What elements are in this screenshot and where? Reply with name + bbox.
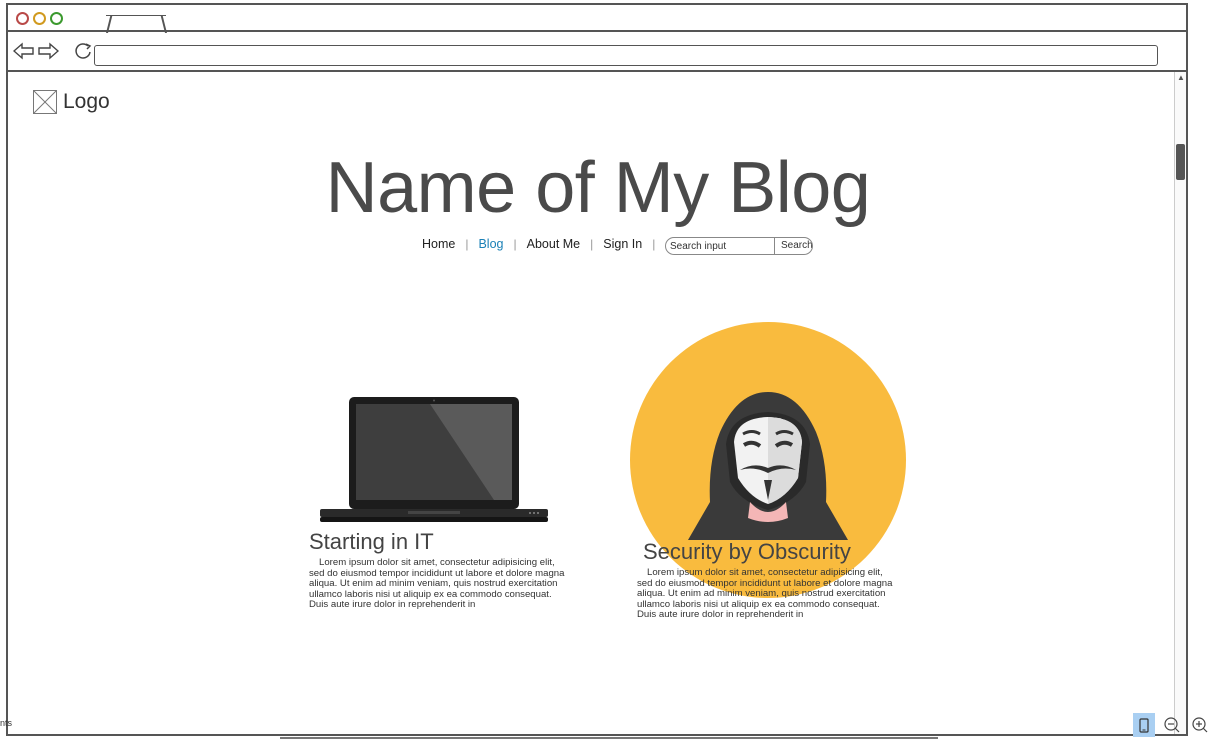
nav-separator: | xyxy=(513,237,517,251)
search-input[interactable] xyxy=(666,238,774,254)
mobile-view-icon[interactable] xyxy=(1133,713,1155,737)
site-logo[interactable]: Logo xyxy=(33,90,110,114)
back-arrow-icon[interactable] xyxy=(13,42,35,60)
main-nav: Home | Blog | About Me | Sign In | xyxy=(422,237,665,251)
nav-item-about-me[interactable]: About Me xyxy=(527,237,581,251)
zoom-in-icon[interactable] xyxy=(1189,713,1210,737)
blog-title: Name of My Blog xyxy=(325,148,871,228)
address-bar[interactable] xyxy=(94,45,1158,66)
reload-icon[interactable] xyxy=(73,42,93,60)
logo-label: Logo xyxy=(63,90,110,113)
search-box: Search xyxy=(665,237,813,255)
browser-toolbar xyxy=(8,32,1186,72)
minimize-window-icon[interactable] xyxy=(33,12,46,25)
close-window-icon[interactable] xyxy=(16,12,29,25)
post-title[interactable]: Starting in IT xyxy=(309,529,434,555)
image-placeholder-icon xyxy=(33,90,57,114)
post-excerpt: Lorem ipsum dolor sit amet, consectetur … xyxy=(637,567,893,621)
nav-separator: | xyxy=(590,237,594,251)
nav-item-home[interactable]: Home xyxy=(422,237,455,251)
horizontal-scrollbar[interactable] xyxy=(280,737,938,739)
browser-titlebar xyxy=(8,5,1186,32)
nav-separator: | xyxy=(652,237,656,251)
maximize-window-icon[interactable] xyxy=(50,12,63,25)
browser-tab[interactable] xyxy=(106,15,166,32)
post-excerpt: Lorem ipsum dolor sit amet, consectetur … xyxy=(309,557,565,611)
post-title[interactable]: Security by Obscurity xyxy=(643,539,851,565)
laptop-icon xyxy=(320,397,548,522)
zoom-out-icon[interactable] xyxy=(1161,713,1183,737)
scroll-up-icon[interactable]: ▲ xyxy=(1177,74,1185,82)
forward-arrow-icon[interactable] xyxy=(37,42,59,60)
zoom-controls xyxy=(1133,713,1210,737)
status-bar-text: nts xyxy=(0,718,13,728)
nav-item-blog[interactable]: Blog xyxy=(478,237,503,251)
browser-window: ▲ xyxy=(6,3,1188,736)
nav-item-sign-in[interactable]: Sign In xyxy=(603,237,642,251)
search-button[interactable]: Search xyxy=(774,238,812,254)
nav-separator: | xyxy=(465,237,469,251)
